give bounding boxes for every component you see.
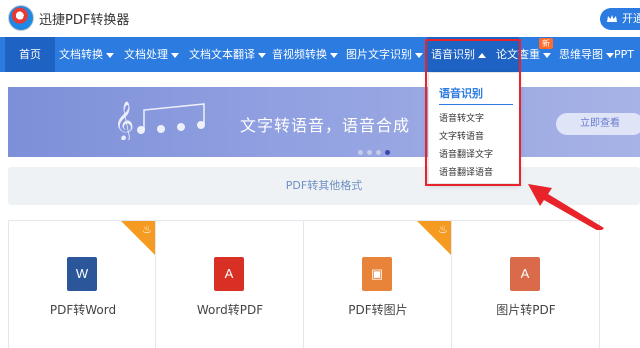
carousel-dot-active[interactable] [385,150,390,155]
nav-label: PPT [614,48,634,61]
nav-label: 图片文字识别 [346,48,412,61]
flame-icon: ♨ [438,223,448,236]
pdf-file-icon: A [214,257,244,291]
carousel-dots [358,145,394,158]
nav-av-convert[interactable]: 音视频转换 [272,37,338,72]
flame-icon: ♨ [142,223,152,236]
new-badge: 新 [539,38,553,49]
app-title: 迅捷PDF转换器 [39,13,130,28]
app-header: 迅捷PDF转换器 开通 [0,0,640,37]
highlight-box [425,39,521,186]
nav-label: 文档文本翻译 [189,48,255,61]
music-notes-icon: 𝄞 [114,101,205,140]
card-image-to-pdf[interactable]: A 图片转PDF [452,220,600,348]
chevron-down-icon [606,52,614,58]
nav-label: 思维导图 [559,48,603,61]
nav-home[interactable]: 首页 [5,37,55,72]
card-pdf-to-image[interactable]: ♨ ▣ PDF转图片 [304,220,452,348]
nav-label: 文档转换 [59,48,103,61]
carousel-dot[interactable] [376,150,381,155]
card-label: Word转PDF [196,303,264,317]
nav-doc-translate[interactable]: 文档文本翻译 [189,37,266,72]
view-now-button[interactable]: 立即查看 [556,113,640,135]
word-file-icon: W [67,257,97,291]
nav-label: 文档处理 [124,48,168,61]
tool-cards: ♨ W PDF转Word A Word转PDF ♨ ▣ PDF转图片 A 图片转… [8,220,640,348]
nav-doc-process[interactable]: 文档处理 [124,37,179,72]
card-label: PDF转图片 [348,303,408,317]
nav-ocr[interactable]: 图片文字识别 [346,37,423,72]
carousel-dot[interactable] [367,150,372,155]
carousel-dot[interactable] [358,150,363,155]
nav-mind-map[interactable]: 思维导图 [559,37,614,72]
nav-label: 音视频转换 [272,48,327,61]
vip-label: 开通 [622,12,640,25]
svg-text:𝄞: 𝄞 [114,101,134,140]
nav-ppt[interactable]: PPT [614,37,634,72]
chevron-down-icon [258,52,266,58]
red-arrow-icon [528,184,604,230]
card-label: PDF转Word [49,303,117,317]
app-logo-icon [8,5,34,31]
card-pdf-to-word[interactable]: ♨ W PDF转Word [8,220,156,348]
chevron-down-icon [543,52,551,58]
image-file-icon: ▣ [362,257,392,291]
nav-doc-convert[interactable]: 文档转换 [59,37,114,72]
card-word-to-pdf[interactable]: A Word转PDF [156,220,304,348]
card-label: 图片转PDF [496,303,556,317]
banner-text: 文字转语音，语音合成 [240,116,411,135]
pdf-file-icon: A [510,257,540,291]
crown-icon [607,15,617,22]
chevron-down-icon [330,52,338,58]
chevron-down-icon [171,52,179,58]
vip-button[interactable]: 开通 [600,8,640,30]
chevron-down-icon [415,52,423,58]
chevron-down-icon [106,52,114,58]
